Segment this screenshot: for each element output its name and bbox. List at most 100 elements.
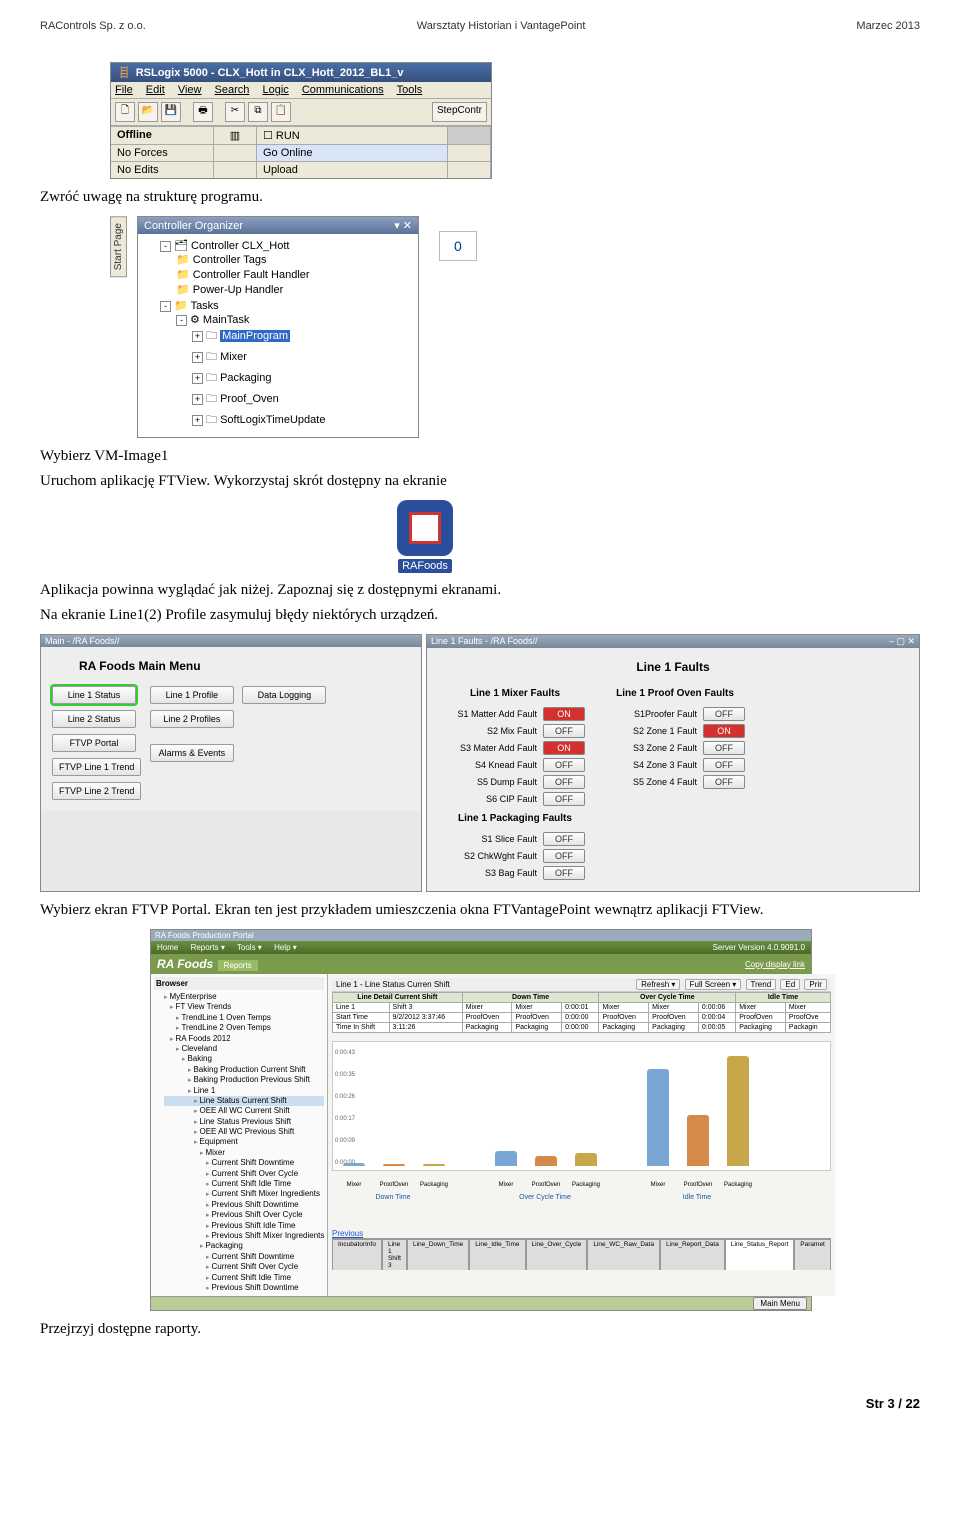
menu-search[interactable]: Search: [215, 84, 250, 96]
portal-menu-help[interactable]: Help ▾: [274, 943, 297, 952]
fault-toggle-button[interactable]: OFF: [543, 724, 585, 738]
report-tab[interactable]: IncubatorInfo: [332, 1239, 382, 1270]
organizer-tree[interactable]: -Controller CLX_Hott Controller Tags Con…: [138, 234, 418, 437]
fault-toggle-button[interactable]: OFF: [703, 707, 745, 721]
btn-ftvp-line1-trend[interactable]: FTVP Line 1 Trend: [52, 758, 141, 776]
tree-mixer[interactable]: Mixer: [220, 351, 247, 363]
fault-toggle-button[interactable]: OFF: [703, 741, 745, 755]
report-tab[interactable]: Line 1 Shift 3: [382, 1239, 407, 1270]
menu-view[interactable]: View: [178, 84, 202, 96]
copy-icon[interactable]: ⧉: [248, 102, 268, 122]
rafoods-shortcut[interactable]: RAFoods: [380, 500, 470, 572]
tree-softlogix[interactable]: SoftLogixTimeUpdate: [220, 414, 325, 426]
portal-menu-reports[interactable]: Reports ▾: [191, 943, 225, 952]
portal-tree-item[interactable]: FT View Trends: [164, 1002, 324, 1012]
report-tabstrip[interactable]: IncubatorInfoLine 1 Shift 3Line_Down_Tim…: [332, 1238, 831, 1270]
menu-edit[interactable]: Edit: [146, 84, 165, 96]
btn-alarms-events[interactable]: Alarms & Events: [150, 744, 234, 762]
portal-tree-item[interactable]: Current Shift Idle Time: [164, 1273, 324, 1283]
portal-tree-item[interactable]: Baking Production Previous Shift: [164, 1075, 324, 1085]
portal-tree-item[interactable]: OEE All WC Current Shift: [164, 1106, 324, 1116]
report-tab[interactable]: Line_WC_Raw_Data: [587, 1239, 660, 1270]
upload-menuitem[interactable]: Upload: [257, 162, 448, 178]
portal-tree-item[interactable]: Previous Shift Idle Time: [164, 1221, 324, 1231]
fault-toggle-button[interactable]: ON: [543, 741, 585, 755]
menu-tools[interactable]: Tools: [397, 84, 423, 96]
portal-tree-item[interactable]: OEE All WC Previous Shift: [164, 1127, 324, 1137]
tree-proofoven[interactable]: Proof_Oven: [220, 393, 279, 405]
btn-line2-status[interactable]: Line 2 Status: [52, 710, 136, 728]
portal-tree-item[interactable]: Baking Production Current Shift: [164, 1065, 324, 1075]
portal-tree-item[interactable]: Line 1: [164, 1086, 324, 1096]
portal-tree-item[interactable]: Current Shift Mixer Ingredients: [164, 1189, 324, 1199]
report-tab[interactable]: Line_Idle_Time: [469, 1239, 525, 1270]
paste-icon[interactable]: 📋: [271, 102, 291, 122]
organizer-pin-close-icons[interactable]: ▾ ✕: [394, 219, 412, 232]
trend-button[interactable]: Trend: [746, 979, 777, 990]
portal-tree-item[interactable]: Current Shift Over Cycle: [164, 1169, 324, 1179]
fault-toggle-button[interactable]: OFF: [543, 849, 585, 863]
tree-packaging[interactable]: Packaging: [220, 372, 271, 384]
tree-controller-tags[interactable]: Controller Tags: [176, 252, 412, 267]
start-page-tab[interactable]: Start Page: [110, 216, 127, 277]
mode-dropdown[interactable]: ▥: [214, 127, 257, 144]
print-icon[interactable]: 🖶: [193, 102, 213, 122]
portal-tree-item[interactable]: TrendLine 1 Oven Temps: [164, 1013, 324, 1023]
rslogix-menubar[interactable]: File Edit View Search Logic Communicatio…: [111, 82, 491, 99]
portal-tree-item[interactable]: Line Status Previous Shift: [164, 1117, 324, 1127]
menu-comm[interactable]: Communications: [302, 84, 384, 96]
portal-tree-item[interactable]: Current Shift Downtime: [164, 1252, 324, 1262]
tree-fault-handler[interactable]: Controller Fault Handler: [176, 267, 412, 282]
portal-tree-item[interactable]: Previous Shift Downtime: [164, 1283, 324, 1293]
report-tab[interactable]: Line_Report_Data: [660, 1239, 725, 1270]
portal-tree[interactable]: MyEnterpriseFT View TrendsTrendLine 1 Ov…: [154, 992, 324, 1293]
btn-data-logging[interactable]: Data Logging: [242, 686, 326, 704]
report-tab[interactable]: Line_Status_Report: [725, 1239, 794, 1270]
go-online-menuitem[interactable]: Go Online: [257, 145, 448, 161]
copy-display-link[interactable]: Copy display link: [745, 960, 805, 969]
portal-tree-item[interactable]: Current Shift Idle Time: [164, 1179, 324, 1189]
fault-toggle-button[interactable]: OFF: [703, 775, 745, 789]
stepcontr-button[interactable]: StepContr: [432, 102, 487, 122]
fullscreen-button[interactable]: Full Screen ▾: [685, 979, 742, 990]
previous-link[interactable]: Previous: [332, 1229, 363, 1238]
new-icon[interactable]: 🗋: [115, 102, 135, 122]
btn-ftvp-portal[interactable]: FTVP Portal: [52, 734, 136, 752]
menu-logic[interactable]: Logic: [262, 84, 288, 96]
portal-menu-tools[interactable]: Tools ▾: [237, 943, 262, 952]
cut-icon[interactable]: ✂: [225, 102, 245, 122]
main-menu-button[interactable]: Main Menu: [753, 1297, 807, 1310]
tree-mainprogram[interactable]: MainProgram: [220, 330, 290, 342]
portal-tree-item[interactable]: TrendLine 2 Oven Temps: [164, 1023, 324, 1033]
portal-tree-item[interactable]: Line Status Current Shift: [164, 1096, 324, 1106]
menu-file[interactable]: File: [115, 84, 133, 96]
btn-ftvp-line2-trend[interactable]: FTVP Line 2 Trend: [52, 782, 141, 800]
report-tab[interactable]: Line_Over_Cycle: [526, 1239, 588, 1270]
fault-toggle-button[interactable]: OFF: [543, 758, 585, 772]
portal-tree-item[interactable]: RA Foods 2012: [164, 1034, 324, 1044]
portal-tree-item[interactable]: Previous Shift Downtime: [164, 1200, 324, 1210]
fault-toggle-button[interactable]: OFF: [543, 775, 585, 789]
fault-toggle-button[interactable]: OFF: [543, 866, 585, 880]
portal-tree-item[interactable]: Current Shift Over Cycle: [164, 1262, 324, 1272]
open-icon[interactable]: 📂: [138, 102, 158, 122]
run-checkbox[interactable]: ☐ RUN: [257, 127, 448, 144]
fault-toggle-button[interactable]: OFF: [543, 792, 585, 806]
fault-toggle-button[interactable]: OFF: [703, 758, 745, 772]
tree-powerup-handler[interactable]: Power-Up Handler: [176, 282, 412, 297]
btn-line1-status[interactable]: Line 1 Status: [52, 686, 136, 704]
portal-menu-home[interactable]: Home: [157, 943, 178, 952]
save-icon[interactable]: 💾: [161, 102, 181, 122]
report-tab[interactable]: Paramet: [794, 1239, 831, 1270]
fault-toggle-button[interactable]: ON: [703, 724, 745, 738]
portal-tree-item[interactable]: Cleveland: [164, 1044, 324, 1054]
refresh-button[interactable]: Refresh ▾: [636, 979, 680, 990]
print-button[interactable]: Prir: [804, 979, 826, 990]
portal-tree-item[interactable]: Baking: [164, 1054, 324, 1064]
portal-tree-item[interactable]: Current Shift Downtime: [164, 1158, 324, 1168]
tree-tasks[interactable]: Tasks: [174, 300, 219, 312]
tree-maintask[interactable]: MainTask: [203, 314, 249, 326]
portal-tree-item[interactable]: MyEnterprise: [164, 992, 324, 1002]
window-controls-icon[interactable]: – ▢ ✕: [889, 636, 915, 647]
portal-tree-item[interactable]: Previous Shift Over Cycle: [164, 1210, 324, 1220]
